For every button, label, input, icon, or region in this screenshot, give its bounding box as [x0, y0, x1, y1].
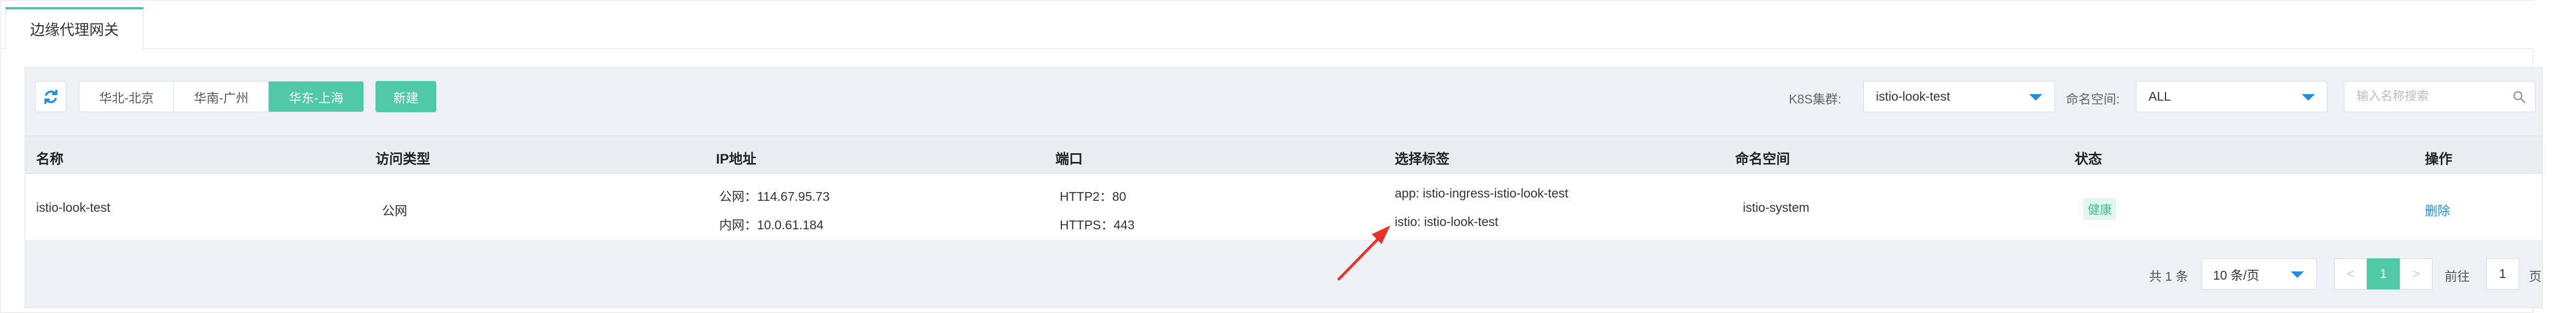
status-badge: 健康: [2083, 198, 2117, 220]
prev-page-button[interactable]: <: [2334, 258, 2367, 289]
page-frame: 边缘代理网关 华北-北京 华南-广州 华东-上海 新建 K8S集群: istio…: [0, 0, 2543, 313]
goto-label: 前往: [2445, 269, 2470, 283]
content-panel: 华北-北京 华南-广州 华东-上海 新建 K8S集群: istio-look-t…: [25, 67, 2543, 308]
cluster-label: K8S集群:: [1789, 92, 1841, 106]
column-header-name: 名称: [36, 152, 64, 167]
column-header-selector-labels: 选择标签: [1395, 152, 1450, 167]
cell-name: istio-look-test: [36, 200, 111, 215]
pagination: 共 1 条 10 条/页 < 1 > 前往 1 页: [25, 241, 2542, 308]
search-input[interactable]: [2344, 82, 2498, 111]
chevron-left-icon: <: [2347, 266, 2354, 281]
cell-access-type: 公网: [382, 204, 407, 218]
region-button-beijing[interactable]: 华北-北京: [79, 82, 174, 112]
toolbar: 华北-北京 华南-广州 华东-上海 新建 K8S集群: istio-look-t…: [25, 68, 2542, 136]
table-row: istio-look-test 公网 公网：114.67.95.73 内网：10…: [25, 174, 2542, 241]
cell-label-istio: istio: istio-look-test: [1395, 215, 1499, 229]
column-header-ip: IP地址: [716, 152, 756, 167]
column-header-namespace: 命名空间: [1735, 152, 1791, 167]
page-size-select[interactable]: 10 条/页: [2202, 258, 2317, 289]
search-icon[interactable]: [2512, 90, 2526, 104]
cell-port-http2: HTTP2：80: [1060, 189, 1127, 204]
create-button[interactable]: 新建: [376, 81, 436, 112]
page-number-button[interactable]: 1: [2367, 258, 2400, 289]
namespace-label: 命名空间:: [2066, 92, 2120, 106]
region-button-guangzhou[interactable]: 华南-广州: [174, 82, 269, 112]
next-page-button[interactable]: >: [2400, 258, 2433, 289]
search-box: [2344, 81, 2535, 112]
cell-ip-public: 公网：114.67.95.73: [719, 189, 830, 204]
table-header: 名称 访问类型 IP地址 端口 选择标签 命名空间 状态 操作: [25, 136, 2542, 174]
chevron-down-icon: [2291, 271, 2304, 278]
cell-ip-private: 内网：10.0.61.184: [719, 218, 824, 232]
cluster-select-value: istio-look-test: [1876, 89, 1950, 103]
refresh-icon: [44, 89, 57, 104]
goto-page-input[interactable]: 1: [2486, 258, 2519, 289]
total-count: 共 1 条: [2149, 269, 2188, 283]
chevron-down-icon: [2029, 94, 2042, 101]
cell-namespace: istio-system: [1743, 200, 1810, 215]
region-switcher: 华北-北京 华南-广州 华东-上海: [79, 81, 364, 112]
cell-label-app: app: istio-ingress-istio-look-test: [1395, 186, 1569, 200]
region-button-shanghai[interactable]: 华东-上海: [269, 82, 363, 112]
namespace-select[interactable]: ALL: [2136, 81, 2327, 112]
chevron-right-icon: >: [2412, 266, 2420, 281]
column-header-status: 状态: [2075, 152, 2103, 167]
tab-label: 边缘代理网关: [30, 21, 119, 38]
tab-edge-proxy-gateway[interactable]: 边缘代理网关: [5, 7, 143, 49]
delete-link[interactable]: 删除: [2425, 200, 2450, 219]
chevron-down-icon: [2302, 94, 2315, 101]
page-unit-label: 页: [2529, 269, 2542, 283]
column-header-port: 端口: [1055, 152, 1083, 167]
cell-port-https: HTTPS：443: [1060, 218, 1135, 232]
column-header-access-type: 访问类型: [376, 152, 431, 167]
refresh-button[interactable]: [35, 81, 66, 112]
tab-bar: 边缘代理网关: [1, 1, 2534, 49]
cluster-select[interactable]: istio-look-test: [1863, 81, 2055, 112]
annotation-arrow-icon: [1337, 225, 1390, 281]
namespace-select-value: ALL: [2148, 89, 2171, 103]
page-size-value: 10 条/页: [2213, 268, 2260, 282]
column-header-actions: 操作: [2425, 152, 2453, 167]
